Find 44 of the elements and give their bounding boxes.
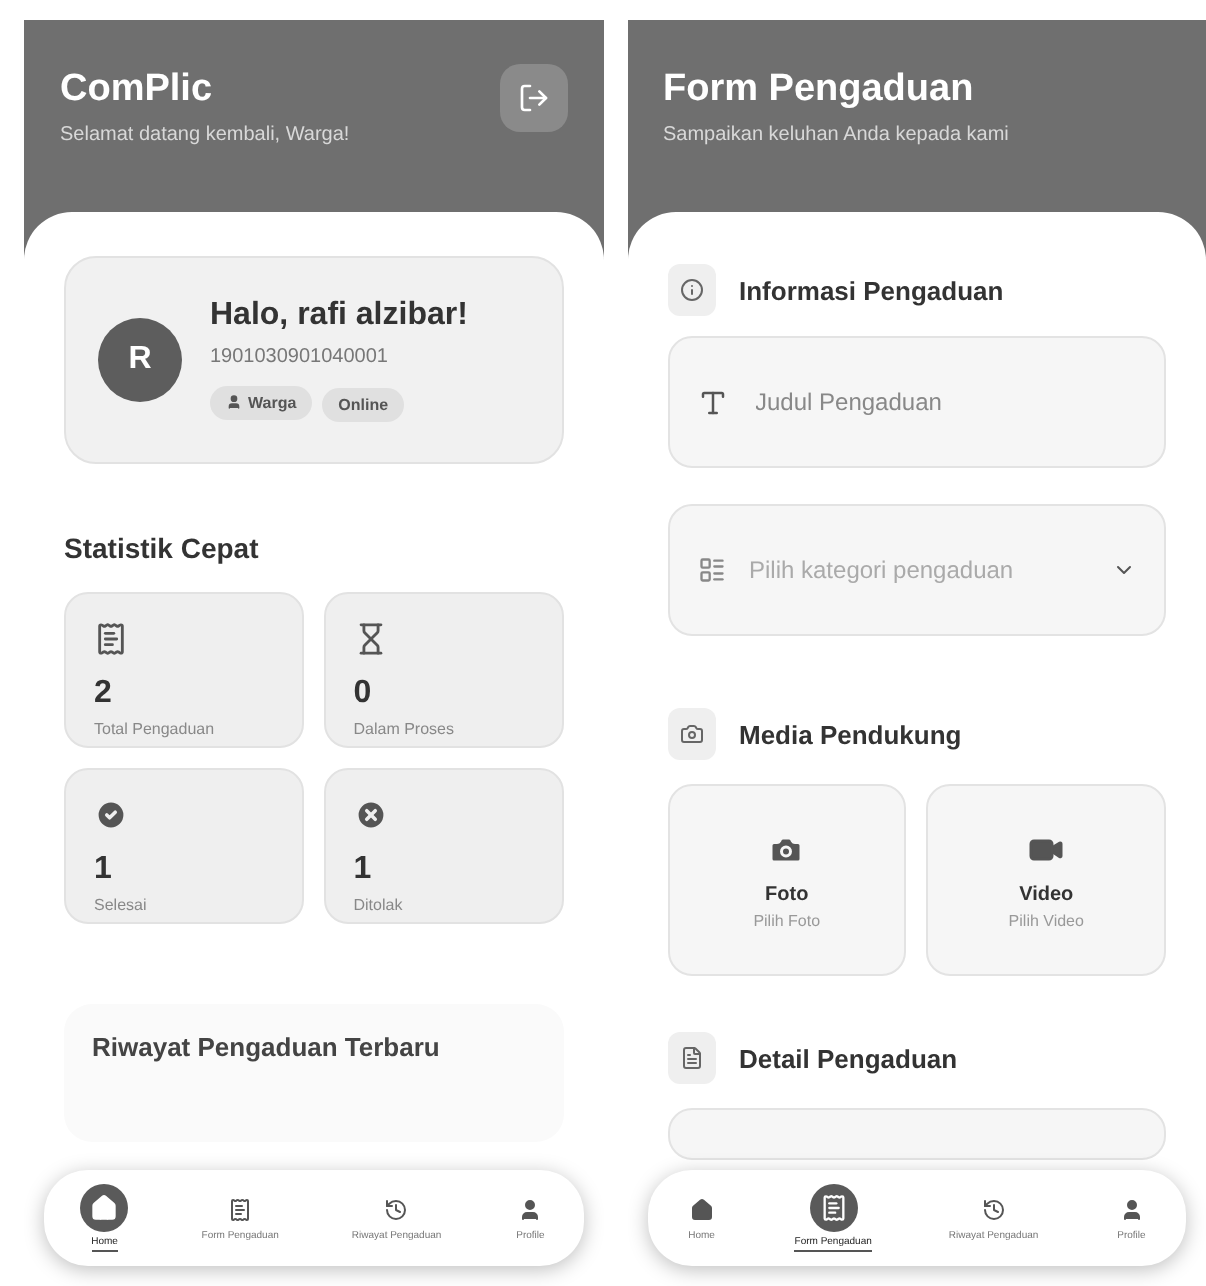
status-badge: Online [322,388,405,422]
role-badge: Warga [210,385,313,419]
title-input[interactable]: Judul Pengaduan [751,386,1136,418]
stat-label: Selesai [94,896,149,914]
history-icon [981,1197,1006,1221]
stat-value: 0 [353,676,374,712]
receipt-icon [228,1197,253,1221]
logout-button[interactable] [499,64,567,132]
check-circle-icon [94,798,128,832]
stat-label: Dalam Proses [353,720,456,738]
welcome-text: Selamat datang kembali, Warga! [60,124,350,146]
section-title: Statistik Cepat [64,532,261,564]
document-icon [667,1032,715,1084]
x-circle-icon [353,798,388,832]
section-title: Detail Pengaduan [739,1043,958,1073]
receipt-icon [94,622,128,656]
info-icon [667,264,715,316]
avatar: R [98,318,182,402]
greeting-text: Halo, rafi alzibar! [210,298,468,334]
stat-value: 1 [353,852,374,888]
stat-label: Total Pengaduan [94,720,217,738]
section-title: Media Pendukung [739,719,962,749]
home-icon [689,1197,714,1221]
section-title: Informasi Pengaduan [739,275,1004,305]
text-icon [697,387,727,417]
list-icon [697,556,725,584]
page-title: Form Pengaduan [663,68,976,112]
app-title: ComPlic [60,68,215,112]
home-icon [90,1194,119,1222]
media-option[interactable]: Foto Pilih Foto [667,784,907,976]
camera-icon [667,708,715,760]
stat-value: 2 [94,676,114,712]
stat-label: Ditolak [353,896,405,914]
receipt-icon [819,1194,848,1222]
logout-icon [517,82,549,114]
media-option[interactable]: Video Pilih Video [926,784,1166,976]
recent-title: Riwayat Pengaduan Terbaru [92,1032,442,1062]
stat-value: 1 [94,852,114,888]
history-icon [384,1197,409,1221]
user-icon [518,1197,543,1221]
detail-field[interactable] [667,1108,1166,1160]
user-icon [1119,1197,1144,1221]
id-number: 1901030901040001 [210,346,390,368]
page-subtitle: Sampaikan keluhan Anda kepada kami [663,124,1009,146]
